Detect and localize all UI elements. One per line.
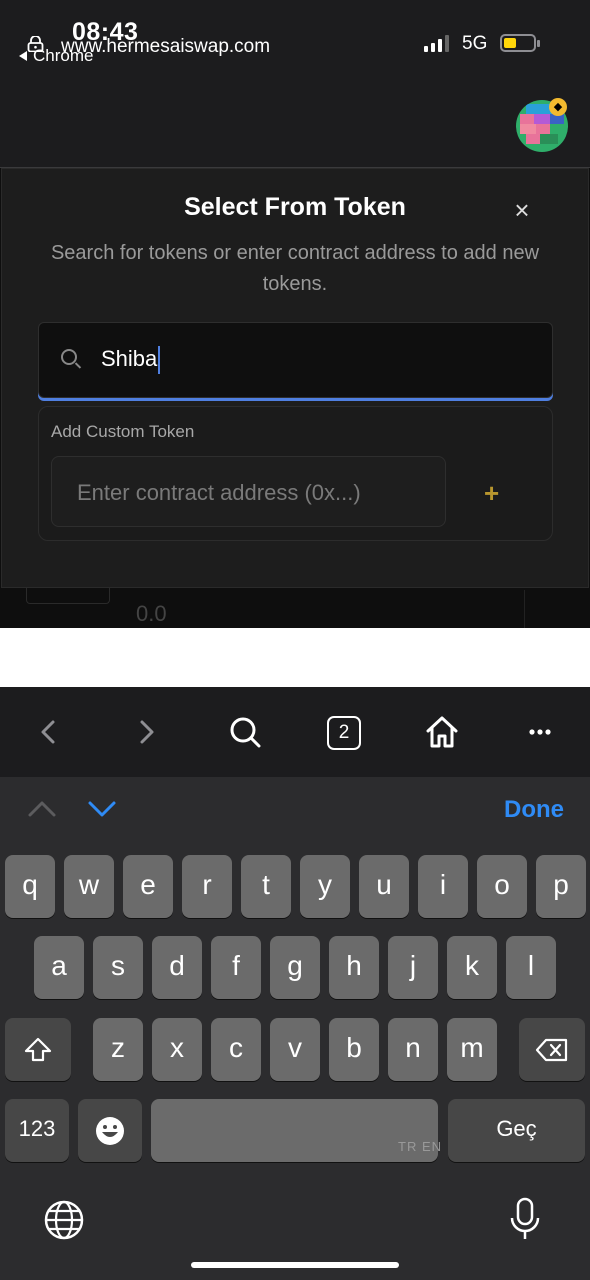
key-a[interactable]: a <box>34 936 84 999</box>
key-m[interactable]: m <box>447 1018 497 1081</box>
battery-icon <box>500 34 540 52</box>
key-r[interactable]: r <box>182 855 232 918</box>
key-u[interactable]: u <box>359 855 409 918</box>
key-p[interactable]: p <box>536 855 586 918</box>
key-e[interactable]: e <box>123 855 173 918</box>
url-text[interactable]: www.hermesaiswap.com <box>61 36 270 58</box>
search-icon <box>61 349 77 365</box>
go-key[interactable]: Geç <box>448 1099 585 1162</box>
bnb-chain-badge-icon: ◆ <box>549 98 567 116</box>
microphone-icon[interactable] <box>505 1196 545 1242</box>
home-indicator[interactable] <box>191 1262 399 1268</box>
back-icon[interactable] <box>27 710 71 754</box>
shift-key[interactable] <box>5 1018 71 1081</box>
contract-address-input[interactable]: Enter contract address (0x...) <box>51 456 446 527</box>
page-gap <box>0 628 590 687</box>
text-caret <box>158 346 161 375</box>
search-icon[interactable] <box>223 710 267 754</box>
key-g[interactable]: g <box>270 936 320 999</box>
close-icon[interactable]: × <box>508 196 536 224</box>
done-button[interactable]: Done <box>504 796 564 824</box>
key-w[interactable]: w <box>64 855 114 918</box>
key-s[interactable]: s <box>93 936 143 999</box>
key-v[interactable]: v <box>270 1018 320 1081</box>
key-h[interactable]: h <box>329 936 379 999</box>
key-n[interactable]: n <box>388 1018 438 1081</box>
key-x[interactable]: x <box>152 1018 202 1081</box>
browser-toolbar <box>0 687 590 777</box>
contract-address-placeholder: Enter contract address (0x...) <box>77 480 361 505</box>
backspace-icon <box>535 1038 568 1061</box>
key-o[interactable]: o <box>477 855 527 918</box>
key-k[interactable]: k <box>447 936 497 999</box>
globe-icon[interactable] <box>42 1198 86 1242</box>
delete-key[interactable] <box>519 1018 585 1081</box>
home-icon[interactable] <box>420 710 464 754</box>
shift-arrow-icon <box>24 1037 52 1061</box>
token-search-input[interactable]: Shiba <box>38 322 553 398</box>
numbers-key[interactable]: 123 <box>5 1099 69 1162</box>
key-z[interactable]: z <box>93 1018 143 1081</box>
back-arrow-icon <box>19 51 27 61</box>
add-token-plus-icon[interactable]: + <box>484 478 499 509</box>
key-c[interactable]: c <box>211 1018 261 1081</box>
modal-title: Select From Token <box>184 193 406 221</box>
space-language-tag: TR EN <box>398 1139 442 1154</box>
key-q[interactable]: q <box>5 855 55 918</box>
forward-icon[interactable] <box>124 710 168 754</box>
key-y[interactable]: y <box>300 855 350 918</box>
emoji-icon <box>96 1116 124 1145</box>
key-b[interactable]: b <box>329 1018 379 1081</box>
key-i[interactable]: i <box>418 855 468 918</box>
background-divider <box>524 590 525 628</box>
lock-icon <box>27 36 44 52</box>
modal-subtitle: Search for tokens or enter contract addr… <box>50 242 540 295</box>
custom-token-label: Add Custom Token <box>51 422 195 441</box>
more-options-icon[interactable] <box>518 710 562 754</box>
space-key[interactable] <box>151 1099 438 1162</box>
emoji-key[interactable] <box>78 1099 142 1162</box>
signal-strength-icon <box>424 34 449 52</box>
background-amount: 0.0 <box>136 601 167 626</box>
background-token-button <box>26 588 110 604</box>
search-value: Shiba <box>101 346 158 371</box>
key-l[interactable]: l <box>506 936 556 999</box>
key-d[interactable]: d <box>152 936 202 999</box>
key-j[interactable]: j <box>388 936 438 999</box>
key-f[interactable]: f <box>211 936 261 999</box>
tabs-count-button[interactable]: 2 <box>327 716 361 750</box>
network-type: 5G <box>462 33 488 54</box>
next-field-chevron-down-icon[interactable] <box>86 797 118 821</box>
previous-field-chevron-up-icon[interactable] <box>26 797 58 821</box>
key-t[interactable]: t <box>241 855 291 918</box>
address-bar[interactable] <box>0 80 590 168</box>
